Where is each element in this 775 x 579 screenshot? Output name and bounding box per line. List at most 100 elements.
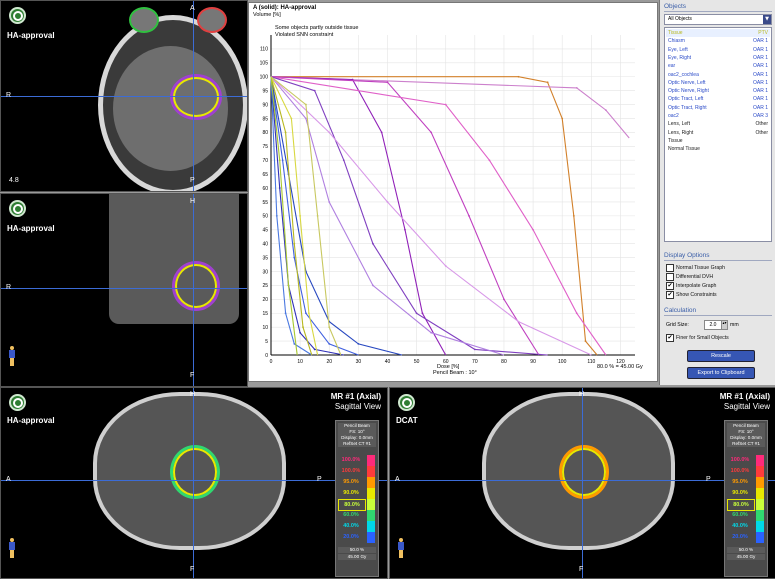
isodose-level[interactable]: 60.0% (727, 510, 753, 520)
chart-readout: 80.0 % = 45.00 Gy (597, 364, 643, 370)
isodose-level[interactable]: 60.0% (338, 510, 364, 520)
object-row[interactable]: Eye, Left OAR 1 (666, 46, 770, 54)
orient-bottom: F (579, 566, 584, 573)
object-row[interactable]: Tissue PTV (666, 29, 770, 37)
display-options-header: Display Options (664, 252, 710, 259)
object-name: Optic Nerve, Left (668, 79, 706, 86)
isodose-level[interactable]: 90.0% (727, 488, 753, 498)
zoom-icon[interactable] (9, 394, 26, 411)
isodose-color-swatch (367, 510, 375, 521)
dvh-point (604, 109, 607, 112)
dvh-point (517, 320, 520, 323)
dvh-point (584, 340, 587, 342)
orient-right: P (706, 476, 711, 483)
dvh-point (372, 242, 374, 245)
dvh-point (328, 342, 331, 345)
export-clipboard-button[interactable]: Export to Clipboard (687, 367, 755, 379)
isodose-level[interactable]: 100.0% (727, 455, 753, 465)
scale-indicator: 4.8 (9, 177, 19, 184)
orient-top: A (190, 5, 195, 12)
grid-size-input[interactable]: 2.0 (704, 320, 722, 330)
object-type: OAR 3 (752, 113, 768, 119)
x-tick-label: 30 (356, 359, 362, 365)
objects-filter-select[interactable]: All Objects ▼ (664, 14, 772, 25)
object-row[interactable]: oac2 OAR 3 (666, 112, 770, 120)
dvh-point (430, 331, 433, 334)
grid-size-stepper[interactable]: ▴▾ (721, 320, 728, 330)
dvh-point (284, 312, 287, 315)
isodose-level[interactable]: 40.0% (727, 521, 753, 531)
object-name: Tissue (668, 137, 683, 144)
dvh-point (444, 103, 447, 106)
isodose-level[interactable]: 95.0% (727, 477, 753, 487)
zoom-icon[interactable] (9, 7, 26, 24)
dvh-point (293, 342, 296, 345)
option-checkbox[interactable] (666, 264, 674, 272)
option-checkbox[interactable] (666, 273, 674, 281)
isodose-level[interactable]: 95.0% (338, 477, 364, 487)
object-row[interactable]: Optic Nerve, Left OAR 1 (666, 79, 770, 87)
object-row[interactable]: ear OAR 1 (666, 62, 770, 70)
sagittal-view-1[interactable]: HA-approval MR #1 (Axial) Sagittal View … (0, 387, 388, 579)
chevron-down-icon[interactable]: ▼ (763, 15, 771, 24)
object-type: OAR 1 (752, 88, 768, 95)
object-row[interactable]: Optic Tract, Right OAR 1 (666, 104, 770, 112)
isodose-level[interactable]: 40.0% (338, 521, 364, 531)
rescale-button[interactable]: Rescale (687, 350, 755, 362)
object-row[interactable]: Tissue (666, 137, 770, 145)
object-row[interactable]: Lens, Left Other (666, 120, 770, 128)
object-row[interactable]: Lens, Right Other (666, 129, 770, 137)
isodose-info-line: RefSet CT #1 (732, 441, 760, 446)
object-row[interactable]: Eye, Right OAR 1 (666, 54, 770, 62)
dvh-point (372, 284, 374, 287)
dvh-point (415, 312, 418, 315)
dvh-point (386, 201, 389, 203)
isodose-level[interactable]: 100.0% (727, 466, 753, 476)
object-row[interactable]: Optic Tract, Left OAR 1 (666, 95, 770, 103)
view-title: DCAT (396, 416, 418, 425)
object-name: Eye, Left (668, 46, 688, 53)
isodose-level[interactable]: 90.0% (338, 488, 364, 498)
crosshair-h (1, 480, 387, 481)
axial-view[interactable]: HA-approval R A P 4.8 (0, 0, 248, 192)
view-title: HA-approval (7, 416, 55, 425)
isodose-color-swatch (367, 455, 375, 466)
object-type: OAR 1 (752, 63, 768, 70)
dvh-point (275, 214, 278, 217)
option-checkbox[interactable]: ✔ (666, 291, 674, 299)
dvh-point (328, 326, 331, 329)
y-tick-label: 70 (262, 158, 268, 164)
option-label: Normal Tissue Graph (676, 265, 726, 271)
option-checkbox[interactable]: ✔ (666, 282, 674, 290)
object-name: Tissue (668, 30, 683, 36)
view-header: MR #1 (Axial) (719, 392, 770, 401)
y-tick-label: 105 (260, 61, 269, 67)
sagittal-view-2[interactable]: DCAT MR #1 (Axial) Sagittal View A P H F… (389, 387, 775, 579)
object-type: Other (755, 129, 768, 136)
object-row[interactable]: Chiasm OAR 1 (666, 37, 770, 45)
object-row[interactable]: Normal Tissue (666, 145, 770, 153)
dvh-point (328, 201, 331, 203)
object-type: OAR 1 (752, 96, 768, 103)
object-row[interactable]: Optic Nerve, Right OAR 1 (666, 87, 770, 95)
y-tick-label: 80 (262, 130, 268, 136)
coronal-view[interactable]: HA-approval R H F (0, 193, 248, 387)
x-tick-label: 70 (472, 359, 478, 365)
dvh-point (305, 312, 307, 315)
isodose-level[interactable]: 100.0% (338, 466, 364, 476)
dvh-chart[interactable]: A (solid): HA-approval Volume [%] Some o… (248, 2, 658, 382)
x-tick-label: 20 (326, 359, 332, 365)
x-tick-label: 10 (297, 359, 303, 365)
isodose-level[interactable]: 100.0% (338, 455, 364, 465)
zoom-icon[interactable] (398, 394, 415, 411)
y-tick-label: 50 (262, 214, 268, 220)
isodose-level[interactable]: 20.0% (727, 532, 753, 542)
object-row[interactable]: oac2_cochlea OAR 1 (666, 71, 770, 79)
grid-size-unit: mm (730, 322, 739, 328)
y-tick-label: 0 (265, 353, 268, 359)
finer-checkbox[interactable]: ✔ (666, 334, 674, 342)
isodose-level[interactable]: 20.0% (338, 532, 364, 542)
objects-list[interactable]: Tissue PTV Chiasm OAR 1 Eye, Left OAR 1 Eye, R… (664, 27, 772, 242)
zoom-icon[interactable] (9, 200, 26, 217)
orient-top: H (579, 391, 585, 398)
